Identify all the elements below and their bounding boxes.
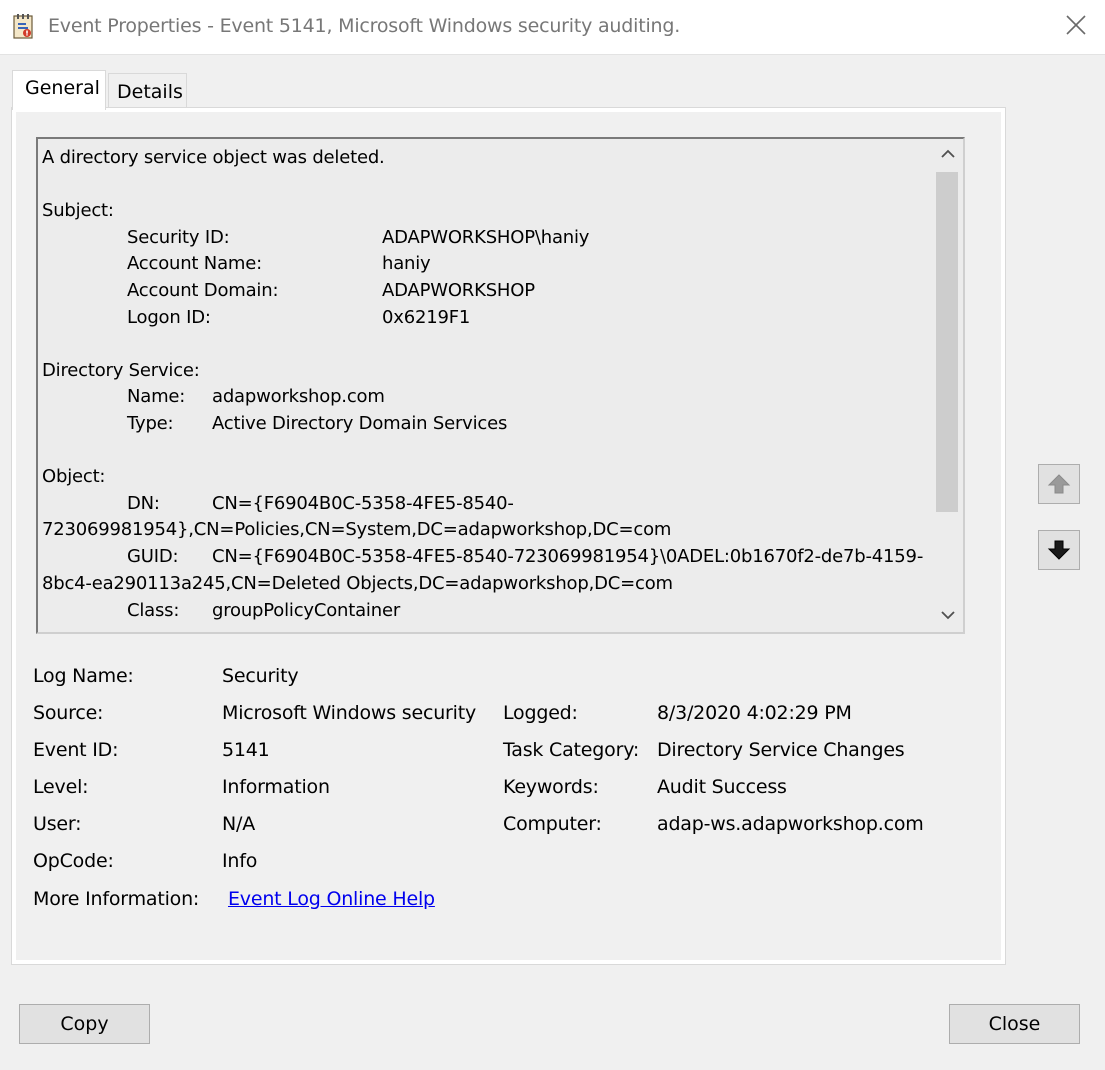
directory-service-heading: Directory Service: [42, 360, 200, 381]
dn-value-continued: 723069981954},CN=Policies,CN=System,DC=a… [42, 519, 672, 540]
class-label: Class: [127, 600, 180, 621]
event-description-textbox[interactable]: A directory service object was deleted. … [36, 137, 965, 634]
keywords-value: Audit Success [657, 776, 787, 798]
copy-button[interactable]: Copy [19, 1004, 150, 1044]
account-domain-value: ADAPWORKSHOP [382, 280, 535, 301]
level-value: Information [222, 776, 330, 798]
tab-details[interactable]: Details [108, 73, 187, 107]
opcode-value: Info [222, 850, 258, 872]
user-value: N/A [222, 813, 256, 835]
tab-details-label: Details [117, 81, 183, 103]
ds-name-label: Name: [127, 386, 186, 407]
guid-value-continued: 8bc4-ea290113a245,CN=Deleted Objects,DC=… [42, 573, 673, 594]
subject-heading: Subject: [42, 200, 114, 221]
ds-name-value: adapworkshop.com [212, 386, 385, 407]
level-label: Level: [33, 776, 89, 798]
class-value: groupPolicyContainer [212, 600, 401, 621]
opcode-label: OpCode: [33, 850, 114, 872]
log-name-label: Log Name: [33, 665, 134, 687]
log-name-value: Security [222, 665, 299, 687]
window-title: Event Properties - Event 5141, Microsoft… [48, 15, 681, 37]
dn-label: DN: [127, 493, 160, 514]
event-viewer-icon [12, 14, 36, 40]
logon-id-value: 0x6219F1 [382, 307, 471, 328]
title-bar: Event Properties - Event 5141, Microsoft… [0, 0, 1105, 55]
account-domain-label: Account Domain: [127, 280, 279, 301]
logged-label: Logged: [503, 702, 578, 724]
logged-value: 8/3/2020 4:02:29 PM [657, 702, 852, 724]
guid-value: CN={F6904B0C-5358-4FE5-8540-723069981954… [212, 546, 924, 567]
scroll-down-arrow-icon[interactable] [933, 602, 963, 630]
computer-label: Computer: [503, 813, 602, 835]
event-id-value: 5141 [222, 739, 270, 761]
scroll-up-arrow-icon[interactable] [933, 141, 963, 169]
tab-general-label: General [25, 77, 100, 99]
description-heading: A directory service object was deleted. [42, 147, 385, 168]
arrow-up-icon [1047, 474, 1071, 494]
more-information-label: More Information: [33, 888, 200, 910]
ds-type-value: Active Directory Domain Services [212, 413, 508, 434]
source-label: Source: [33, 702, 104, 724]
dn-value: CN={F6904B0C-5358-4FE5-8540- [212, 493, 514, 514]
keywords-label: Keywords: [503, 776, 599, 798]
object-heading: Object: [42, 466, 106, 487]
security-id-label: Security ID: [127, 227, 230, 248]
user-label: User: [33, 813, 82, 835]
arrow-down-icon [1047, 540, 1071, 560]
vertical-scrollbar[interactable] [933, 139, 963, 632]
scrollbar-thumb[interactable] [936, 172, 958, 512]
guid-label: GUID: [127, 546, 179, 567]
account-name-label: Account Name: [127, 253, 262, 274]
account-name-value: haniy [382, 253, 431, 274]
close-icon[interactable] [1061, 10, 1091, 42]
task-category-label: Task Category: [503, 739, 640, 761]
close-button[interactable]: Close [949, 1004, 1080, 1044]
next-event-button[interactable] [1038, 530, 1080, 570]
tab-general[interactable]: General [12, 70, 106, 110]
task-category-value: Directory Service Changes [657, 739, 905, 761]
event-log-online-help-link[interactable]: Event Log Online Help [228, 887, 435, 911]
event-id-label: Event ID: [33, 739, 119, 761]
ds-type-label: Type: [127, 413, 174, 434]
source-value: Microsoft Windows security [222, 702, 477, 724]
computer-value: adap-ws.adapworkshop.com [657, 813, 924, 835]
previous-event-button[interactable] [1038, 464, 1080, 504]
security-id-value: ADAPWORKSHOP\haniy [382, 227, 590, 248]
logon-id-label: Logon ID: [127, 307, 211, 328]
